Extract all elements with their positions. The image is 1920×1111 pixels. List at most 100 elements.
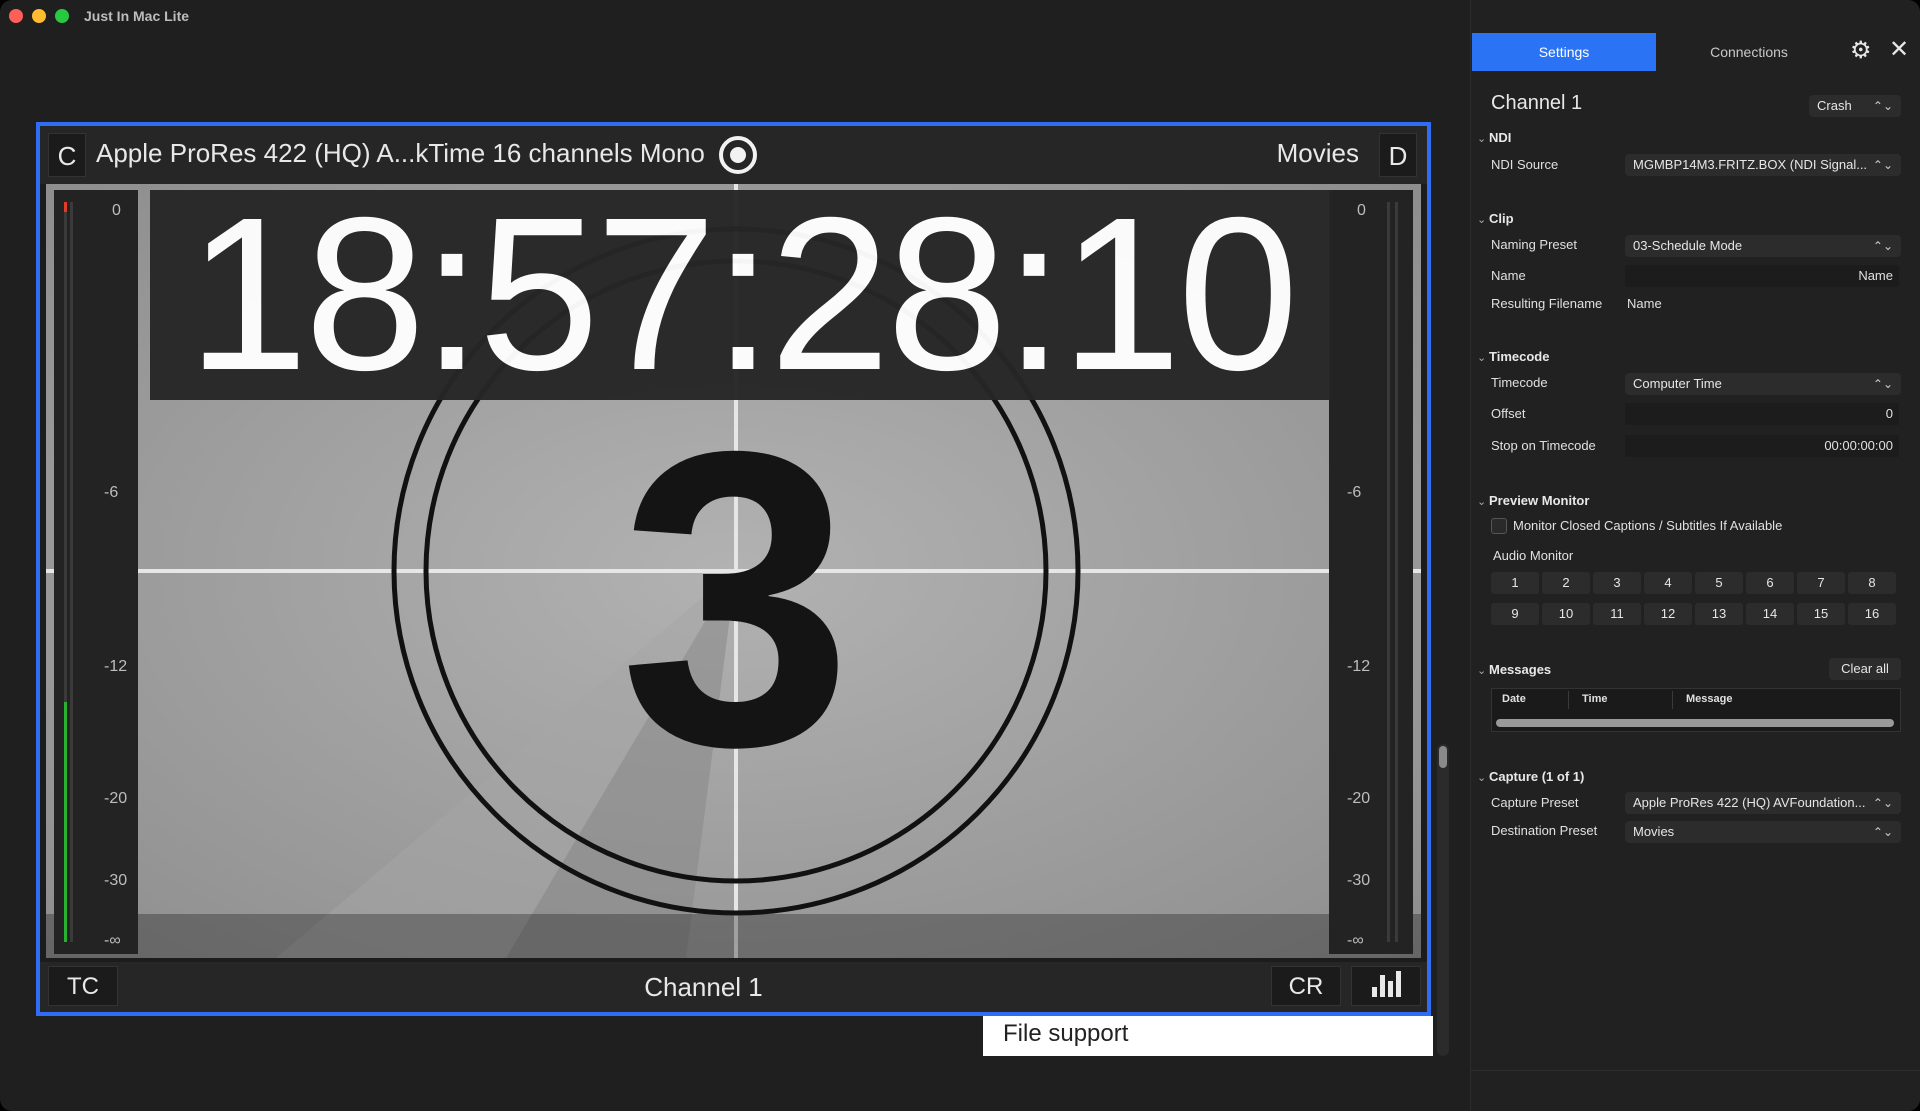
column-separator (1568, 691, 1569, 709)
naming-preset-label: Naming Preset (1491, 237, 1577, 252)
ndi-source-label: NDI Source (1491, 157, 1559, 172)
audio-channel-button[interactable]: 9 (1491, 603, 1539, 625)
vertical-scrollbar[interactable] (1437, 744, 1449, 1056)
zoom-window-button[interactable] (55, 9, 69, 23)
audio-channel-button[interactable]: 2 (1542, 572, 1590, 594)
destination-text: Movies (1276, 138, 1359, 168)
closed-captions-button[interactable]: CR (1271, 966, 1341, 1006)
tab-settings[interactable]: Settings (1472, 33, 1656, 71)
capture-preset-select[interactable]: Apple ProRes 422 (HQ) AVFoundation... ⌃⌄ (1625, 792, 1901, 814)
panel-footer (1471, 1070, 1920, 1111)
timecode-source-select[interactable]: Computer Time ⌃⌄ (1625, 373, 1901, 395)
title-bar: Just In Mac Lite (0, 0, 1470, 32)
section-ndi[interactable]: ⌄ NDI (1477, 130, 1511, 145)
audio-channel-button[interactable]: 15 (1797, 603, 1845, 625)
updown-chevron-icon: ⌃⌄ (1872, 158, 1893, 172)
minimize-window-button[interactable] (32, 9, 46, 23)
updown-chevron-icon: ⌃⌄ (1872, 796, 1893, 810)
meter-tick: -12 (1347, 658, 1371, 675)
section-clip[interactable]: ⌄ Clip (1477, 211, 1514, 226)
channel-name: Channel 1 (644, 972, 763, 1002)
audio-channel-button[interactable]: 11 (1593, 603, 1641, 625)
audio-channel-button[interactable]: 13 (1695, 603, 1743, 625)
resulting-filename-label: Resulting Filename (1491, 296, 1603, 311)
column-header-date[interactable]: Date (1502, 693, 1526, 705)
channel-title: Channel 1 (1491, 92, 1583, 114)
closed-captions-checkbox[interactable] (1491, 518, 1507, 534)
capture-preset-indicator[interactable]: C (48, 133, 86, 177)
gear-icon[interactable]: ⚙ (1850, 39, 1872, 63)
timecode-source-value: Computer Time (1633, 376, 1722, 391)
audio-meter-left: 0 -6 -12 -20 -30 -∞ (54, 190, 138, 954)
timecode-overlay: 18:57:28:10 (150, 184, 1332, 416)
channel-bottom-bar: TC Channel 1 CR (40, 962, 1427, 1012)
updown-chevron-icon: ⌃⌄ (1872, 377, 1893, 391)
audio-channel-button[interactable]: 10 (1542, 603, 1590, 625)
audio-channel-button[interactable]: 3 (1593, 572, 1641, 594)
channel-mode-select[interactable]: Crash ⌃⌄ (1809, 95, 1901, 117)
capture-preset-value: Apple ProRes 422 (HQ) AVFoundation... (1633, 795, 1866, 810)
channel-top-bar: C Apple ProRes 422 (HQ) A...kTime 16 cha… (40, 126, 1427, 184)
audio-channel-button[interactable]: 12 (1644, 603, 1692, 625)
messages-horizontal-scrollbar[interactable] (1496, 719, 1894, 727)
scrollbar-thumb[interactable] (1439, 746, 1447, 768)
chevron-down-icon: ⌄ (1477, 352, 1487, 364)
close-icon[interactable]: ✕ (1889, 38, 1909, 62)
capture-preset-label: Capture Preset (1491, 795, 1579, 810)
destination-preset-value: Movies (1633, 824, 1675, 839)
tab-connections[interactable]: Connections (1657, 33, 1841, 71)
meter-tick: -∞ (104, 932, 121, 949)
audio-channel-button[interactable]: 8 (1848, 572, 1896, 594)
section-capture[interactable]: ⌄ Capture (1 of 1) (1477, 769, 1584, 784)
close-window-button[interactable] (9, 9, 23, 23)
timecode-display: 18:57:28:10 (187, 184, 1299, 416)
channel-mode-value: Crash (1817, 98, 1852, 113)
audio-channel-button[interactable]: 1 (1491, 572, 1539, 594)
naming-preset-select[interactable]: 03-Schedule Mode ⌃⌄ (1625, 235, 1901, 257)
section-title: Timecode (1489, 349, 1550, 364)
audio-channel-button[interactable]: 14 (1746, 603, 1794, 625)
naming-preset-value: 03-Schedule Mode (1633, 238, 1743, 253)
meter-tick: 0 (1357, 202, 1366, 219)
section-title: Clip (1489, 211, 1514, 226)
clear-all-button[interactable]: Clear all (1829, 658, 1901, 680)
audio-channel-button[interactable]: 16 (1848, 603, 1896, 625)
meter-track (70, 202, 73, 942)
ndi-source-select[interactable]: MGMBP14M3.FRITZ.BOX (NDI Signal... ⌃⌄ (1625, 154, 1901, 176)
app-window: Just In Mac Lite C Apple ProRes 422 (HQ)… (0, 0, 1920, 1111)
meter-tick: -12 (104, 658, 128, 675)
audio-channel-button[interactable]: 7 (1797, 572, 1845, 594)
destination-preset-select[interactable]: Movies ⌃⌄ (1625, 821, 1901, 843)
channel-card[interactable]: C Apple ProRes 422 (HQ) A...kTime 16 cha… (36, 122, 1431, 1016)
column-separator (1672, 691, 1673, 709)
section-timecode[interactable]: ⌄ Timecode (1477, 349, 1549, 364)
chevron-down-icon: ⌄ (1477, 496, 1487, 508)
section-messages[interactable]: ⌄ Messages (1477, 662, 1551, 677)
destination-indicator[interactable]: D (1379, 133, 1417, 177)
name-input[interactable]: Name (1625, 265, 1899, 287)
meter-tick: -6 (104, 484, 119, 501)
offset-label: Offset (1491, 406, 1526, 421)
column-header-message[interactable]: Message (1686, 693, 1732, 705)
audio-levels-button[interactable] (1351, 966, 1421, 1006)
section-title: Preview Monitor (1489, 493, 1590, 508)
meter-level (64, 702, 67, 942)
meter-peak (64, 202, 67, 212)
updown-chevron-icon: ⌃⌄ (1872, 99, 1893, 113)
section-preview-monitor[interactable]: ⌄ Preview Monitor (1477, 493, 1589, 508)
column-header-time[interactable]: Time (1582, 693, 1607, 705)
chevron-down-icon: ⌄ (1477, 214, 1487, 226)
countdown-number: 3 (619, 365, 853, 834)
meter-tick: -30 (1347, 872, 1371, 889)
section-title: Capture (1 of 1) (1489, 769, 1585, 784)
meter-tick: -20 (104, 790, 128, 807)
audio-channel-button[interactable]: 6 (1746, 572, 1794, 594)
offset-input[interactable]: 0 (1625, 403, 1899, 425)
section-title: Messages (1489, 662, 1552, 677)
audio-channel-button[interactable]: 5 (1695, 572, 1743, 594)
stop-on-timecode-input[interactable]: 00:00:00:00 (1625, 435, 1899, 457)
ndi-source-value: MGMBP14M3.FRITZ.BOX (NDI Signal... (1633, 157, 1868, 172)
record-icon[interactable] (719, 136, 757, 174)
closed-captions-label: Monitor Closed Captions / Subtitles If A… (1513, 518, 1783, 533)
audio-channel-button[interactable]: 4 (1644, 572, 1692, 594)
